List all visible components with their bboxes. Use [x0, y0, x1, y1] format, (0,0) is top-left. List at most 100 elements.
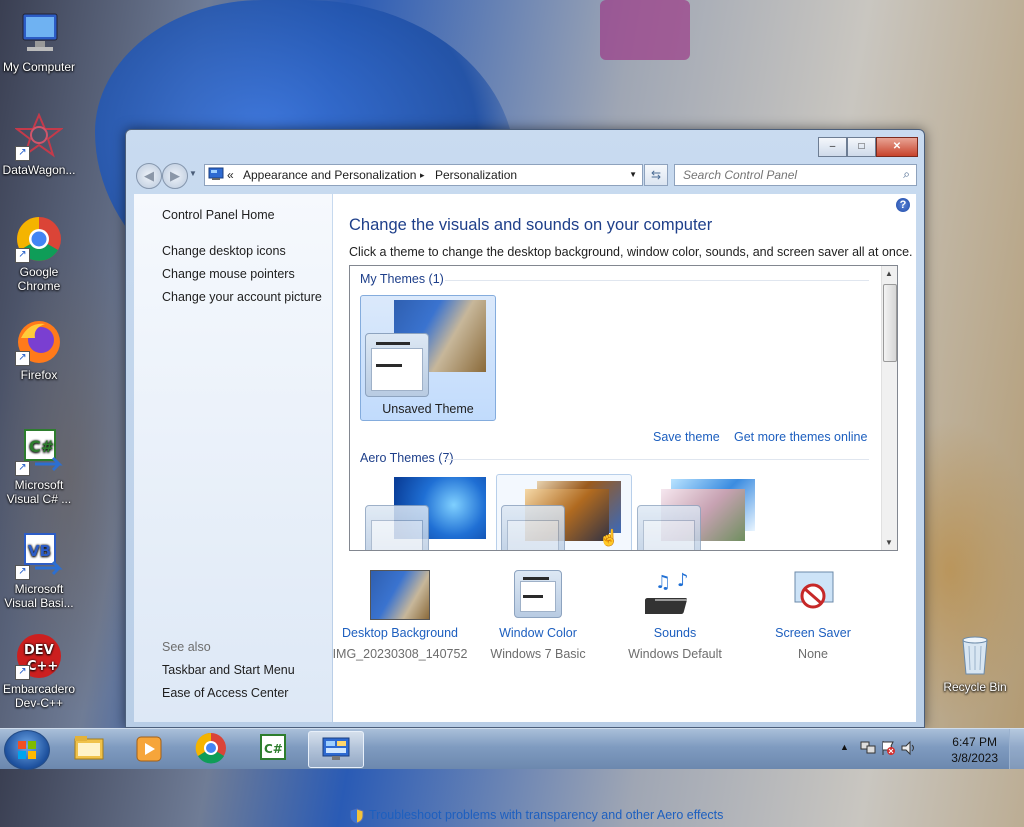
control-panel-icon: [322, 737, 350, 760]
window-color-icon: [508, 570, 568, 620]
desktop-icon-label: Recycle Bin: [943, 680, 1007, 694]
svg-text:♪: ♪: [677, 570, 689, 591]
theme-list[interactable]: My Themes (1) Unsaved Theme Save theme G…: [349, 265, 898, 551]
theme-windows-7[interactable]: [360, 474, 496, 550]
desktop-icon-visual-basic[interactable]: VB ↗ Microsoft Visual Basi...: [0, 532, 79, 610]
theme-nature[interactable]: [632, 474, 768, 550]
breadcrumb-appearance[interactable]: Appearance and Personalization: [243, 168, 416, 182]
screen-saver-setting[interactable]: Screen Saver None: [743, 570, 883, 661]
navigation-bar: ◀ ▶ ▼ « Appearance and Personalization ▸…: [134, 162, 917, 189]
taskbar-media-player[interactable]: [122, 731, 176, 766]
taskbar-chrome[interactable]: [184, 731, 238, 766]
change-mouse-pointers-link[interactable]: Change mouse pointers: [162, 267, 295, 281]
setting-label[interactable]: Screen Saver: [743, 626, 883, 640]
minimize-button[interactable]: –: [818, 137, 847, 157]
breadcrumb-personalization[interactable]: Personalization: [435, 168, 517, 182]
recent-pages-chevron-icon[interactable]: ▼: [189, 169, 197, 178]
see-also-heading: See also: [162, 640, 211, 654]
theme-window-preview: [637, 505, 701, 550]
desktop-icon-label: Embarcadero Dev-C++: [2, 682, 76, 710]
desktop-icon-firefox[interactable]: ↗ Firefox: [0, 318, 79, 382]
address-dropdown-icon[interactable]: ▼: [629, 170, 637, 179]
desktop-icon-devcpp[interactable]: DEV C++ ↗ Embarcadero Dev-C++: [0, 632, 79, 710]
show-hidden-icons-icon[interactable]: ▲: [840, 742, 849, 752]
title-buttons: – □ ✕: [818, 137, 918, 157]
personalization-window[interactable]: – □ ✕ ◀ ▶ ▼ « Appearance and Personaliza…: [125, 129, 925, 824]
setting-label[interactable]: Sounds: [605, 626, 745, 640]
get-more-themes-link[interactable]: Get more themes online: [734, 430, 867, 444]
desktop-background-setting[interactable]: Desktop Background IMG_20230308_140752: [330, 570, 470, 661]
breadcrumb-separator-icon[interactable]: ▸: [420, 170, 425, 181]
taskbar-control-panel[interactable]: [308, 731, 364, 768]
desktop-icon-my-computer[interactable]: My Computer: [0, 10, 79, 74]
windows-logo-icon: [18, 741, 36, 759]
search-box[interactable]: ⌕: [674, 164, 917, 186]
sounds-icon: ♫ ♪: [641, 570, 705, 620]
window-color-setting[interactable]: Window Color Windows 7 Basic: [468, 570, 608, 661]
start-button[interactable]: [4, 730, 50, 770]
volume-icon[interactable]: [900, 740, 916, 759]
desktop-icon-chrome[interactable]: ↗ Google Chrome: [0, 215, 79, 293]
firefox-icon: ↗: [15, 318, 63, 366]
help-icon[interactable]: ?: [896, 198, 910, 212]
maximize-button[interactable]: □: [847, 137, 876, 157]
theme-name: Unsaved Theme: [382, 402, 474, 416]
screen-saver-icon: [783, 570, 843, 620]
setting-value: Windows Default: [628, 647, 722, 661]
desktop-background-icon: [370, 570, 430, 620]
search-icon[interactable]: ⌕: [903, 167, 910, 182]
main-content: ? Change the visuals and sounds on your …: [330, 194, 916, 824]
forward-button[interactable]: ▶: [162, 163, 188, 189]
desktop-icon-label: Microsoft Visual C# ...: [6, 478, 72, 506]
section-divider: [445, 280, 869, 281]
scroll-up-icon[interactable]: ▲: [885, 269, 893, 278]
show-desktop-button[interactable]: [1009, 729, 1024, 769]
svg-text:C++: C++: [27, 659, 58, 674]
page-title: Change the visuals and sounds on your co…: [349, 216, 713, 234]
clock[interactable]: 6:47 PM 3/8/2023: [951, 734, 998, 766]
svg-text:DEV: DEV: [24, 643, 54, 658]
folder-icon: [74, 736, 104, 760]
search-input[interactable]: [681, 167, 890, 183]
setting-label[interactable]: Desktop Background: [330, 626, 470, 640]
control-panel-home-link[interactable]: Control Panel Home: [162, 208, 275, 222]
computer-icon: [15, 10, 63, 58]
scroll-thumb[interactable]: [883, 284, 897, 362]
close-button[interactable]: ✕: [876, 137, 918, 157]
troubleshoot-aero-link[interactable]: Troubleshoot problems with transparency …: [369, 808, 723, 822]
shield-icon: [349, 808, 365, 827]
change-account-picture-link[interactable]: Change your account picture: [162, 290, 322, 304]
network-icon[interactable]: [860, 740, 876, 759]
desktop-icon-label: Firefox: [20, 368, 58, 382]
my-themes-heading: My Themes (1): [360, 272, 444, 286]
page-description: Click a theme to change the desktop back…: [349, 245, 913, 259]
visual-csharp-icon: C# ↗: [15, 428, 63, 476]
change-desktop-icons-link[interactable]: Change desktop icons: [162, 244, 286, 258]
back-button[interactable]: ◀: [136, 163, 162, 189]
sounds-setting[interactable]: ♫ ♪ Sounds Windows Default: [605, 570, 745, 661]
taskbar-start-menu-link[interactable]: Taskbar and Start Menu: [162, 663, 295, 677]
scroll-down-icon[interactable]: ▼: [885, 538, 893, 547]
taskbar-explorer[interactable]: [62, 731, 116, 766]
save-theme-link[interactable]: Save theme: [653, 430, 720, 444]
desktop-icon-datawagon[interactable]: ↗ DataWagon...: [0, 112, 79, 177]
theme-unsaved[interactable]: Unsaved Theme: [360, 295, 496, 421]
refresh-button[interactable]: ⇆: [644, 164, 668, 186]
ease-of-access-link[interactable]: Ease of Access Center: [162, 686, 288, 700]
action-center-icon[interactable]: [880, 740, 896, 759]
setting-label[interactable]: Window Color: [468, 626, 608, 640]
taskbar-visual-csharp[interactable]: C#: [246, 731, 300, 766]
address-overflow-icon[interactable]: «: [227, 168, 234, 182]
theme-list-scrollbar[interactable]: ▲ ▼: [881, 266, 897, 550]
task-pane: Control Panel Home Change desktop icons …: [134, 194, 332, 722]
setting-value: Windows 7 Basic: [490, 647, 586, 661]
desktop-icon-label: My Computer: [2, 60, 76, 74]
theme-architecture[interactable]: ☝: [496, 474, 632, 550]
devcpp-icon: DEV C++ ↗: [15, 632, 63, 680]
taskbar: C# ▲ 6:47 PM 3/8/2023: [0, 728, 1024, 770]
visual-csharp-icon: C#: [260, 734, 286, 760]
address-bar[interactable]: « Appearance and Personalization ▸ Perso…: [204, 164, 643, 186]
desktop-icon-visual-csharp[interactable]: C# ↗ Microsoft Visual C# ...: [0, 428, 79, 506]
desktop-icon-recycle-bin[interactable]: Recycle Bin: [935, 630, 1015, 694]
desktop-icon-label: Microsoft Visual Basi...: [4, 582, 74, 610]
